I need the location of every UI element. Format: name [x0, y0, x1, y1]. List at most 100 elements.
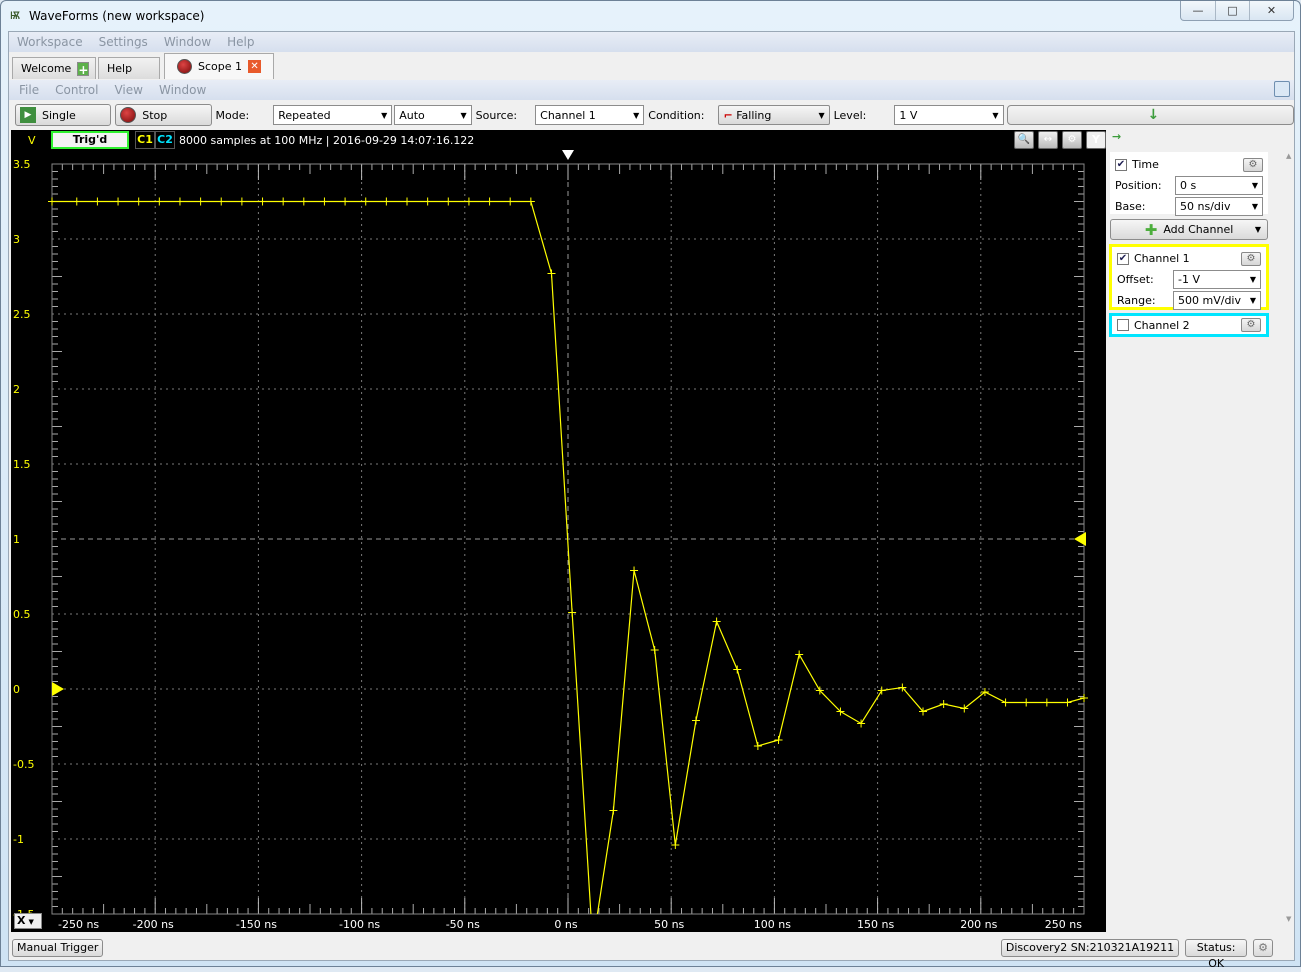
x-tick-label: 100 ns	[754, 918, 791, 931]
zoom-icon[interactable]: 🔍	[1014, 131, 1034, 149]
trigger-position-slider[interactable]: ↓	[1006, 105, 1295, 125]
tab-help[interactable]: Help	[98, 57, 160, 79]
arrow-down-icon[interactable]: ↓	[1148, 106, 1160, 124]
x-tick-label: -150 ns	[236, 918, 277, 931]
channel-2-header: Channel 2 ⚙	[1117, 316, 1261, 334]
channel-2-checkbox[interactable]	[1117, 319, 1129, 331]
scroll-down-icon[interactable]: ▼	[1286, 915, 1291, 923]
channel-1-badge[interactable]: C1	[135, 131, 155, 149]
chevron-down-icon: ▼	[1254, 225, 1261, 234]
sample-point-marker	[1022, 698, 1031, 707]
chevron-down-icon: ▼	[460, 110, 467, 120]
menu-settings[interactable]: Settings	[99, 35, 148, 49]
gear-icon[interactable]: ⚙	[1241, 251, 1261, 266]
base-select[interactable]: 50 ns/div ▼	[1175, 197, 1263, 216]
menu-window-scope[interactable]: Window	[159, 83, 206, 97]
scroll-up-icon[interactable]: ▲	[1286, 152, 1291, 160]
condition-select[interactable]: ⌐ Falling ▼	[718, 105, 830, 125]
status-button[interactable]: Status: OK	[1185, 939, 1248, 970]
device-button[interactable]: Discovery2 SN:210321A19211	[1000, 939, 1180, 957]
stop-button[interactable]: Stop	[115, 104, 212, 126]
range-select[interactable]: 500 mV/div ▼	[1173, 291, 1261, 310]
y-axis-button[interactable]: Y	[1086, 131, 1106, 149]
condition-label: Condition:	[648, 108, 705, 122]
menu-workspace[interactable]: Workspace	[17, 35, 83, 49]
menu-view[interactable]: View	[114, 83, 142, 97]
minimize-button[interactable]: —	[1181, 1, 1215, 20]
add-channel-label: Add Channel	[1163, 223, 1234, 236]
maximize-button[interactable]: □	[1215, 1, 1249, 20]
condition-value: Falling	[736, 108, 772, 122]
level-select[interactable]: 1 V ▼	[894, 105, 1004, 125]
sample-point-marker	[795, 650, 804, 659]
tab-label: Help	[107, 62, 133, 75]
channel-1-checkbox[interactable]: ✔	[1117, 252, 1129, 265]
channel-1-panel: ✔ Channel 1 ⚙ Offset: -1 V ▼ Range: 500 m…	[1109, 244, 1269, 310]
x-tick-label: 0 ns	[554, 918, 577, 931]
sample-point-marker	[403, 197, 412, 206]
menu-control[interactable]: Control	[55, 83, 98, 97]
stop-label: Stop	[142, 108, 168, 122]
single-button[interactable]: ▶ Single	[15, 104, 112, 126]
sample-point-marker	[93, 197, 102, 206]
single-icon: ▶	[20, 107, 36, 123]
sample-point-marker	[650, 646, 659, 654]
gear-icon[interactable]: ⚙	[1253, 939, 1273, 957]
time-checkbox[interactable]: ✔	[1115, 158, 1127, 171]
gear-icon[interactable]: ⚙	[1062, 131, 1082, 149]
gear-icon[interactable]: ⚙	[1243, 157, 1263, 172]
restore-window-icon[interactable]	[1274, 81, 1290, 97]
sample-point-marker	[526, 197, 535, 206]
title-bar: ѭ WaveForms (new workspace)	[7, 5, 607, 27]
gear-icon[interactable]: ⚙	[1241, 318, 1261, 332]
offset-label: Offset:	[1117, 273, 1154, 286]
channel-2-badge[interactable]: C2	[155, 131, 175, 149]
auto-select[interactable]: Auto ▼	[394, 105, 472, 125]
x-axis-button[interactable]: X ▼	[14, 913, 42, 929]
y-tick-label: 0.5	[13, 608, 31, 621]
sample-point-marker	[1063, 698, 1072, 707]
fit-icon[interactable]: ↔	[1038, 131, 1058, 149]
auto-value: Auto	[399, 108, 425, 122]
menu-file[interactable]: File	[19, 83, 39, 97]
sample-point-marker	[320, 197, 329, 206]
tab-scope-1[interactable]: Scope 1 ✕	[164, 53, 275, 79]
chevron-down-icon: ▼	[1251, 202, 1258, 211]
add-channel-button[interactable]: ✚ Add Channel ▼	[1110, 219, 1268, 240]
right-panel-scrollbar[interactable]: ▲ ▼	[1286, 130, 1294, 932]
sample-point-marker	[568, 608, 577, 617]
time-panel: ✔ Time ⚙ Position: 0 s ▼ Base: 50 ns/div ▼	[1110, 152, 1268, 217]
sample-point-marker	[630, 566, 639, 575]
source-select[interactable]: Channel 1 ▼	[535, 105, 645, 125]
close-button[interactable]: ✕	[1249, 1, 1293, 20]
menu-window[interactable]: Window	[164, 35, 211, 49]
sample-point-marker	[485, 197, 494, 206]
manual-trigger-button[interactable]: Manual Trigger	[12, 939, 104, 957]
window-title: WaveForms (new workspace)	[29, 9, 205, 23]
sample-point-marker	[712, 617, 721, 626]
close-tab-icon[interactable]: ✕	[248, 60, 262, 73]
mode-select[interactable]: Repeated ▼	[273, 105, 393, 125]
oscilloscope-plot[interactable]: V Trig'd C1 C2 8000 samples at 100 MHz |…	[11, 130, 1106, 932]
x-tick-label: -200 ns	[133, 918, 174, 931]
main-menubar: Workspace Settings Window Help	[9, 32, 1294, 52]
menu-help[interactable]: Help	[227, 35, 254, 49]
arrow-right-icon[interactable]: →	[1112, 130, 1121, 143]
sample-point-marker	[134, 197, 143, 206]
waveform-chart[interactable]: -250 ns -200 ns -150 ns -100 ns -50 ns 0 ns 50…	[11, 150, 1106, 932]
mode-value: Repeated	[278, 108, 331, 122]
chevron-down-icon: ▼	[818, 110, 825, 120]
sample-point-marker	[609, 806, 618, 815]
plus-icon[interactable]: +	[77, 61, 90, 77]
chevron-down-icon: ▼	[992, 110, 999, 120]
position-row: Position: 0 s ▼	[1115, 175, 1263, 196]
x-tick-label: 150 ns	[857, 918, 894, 931]
acquisition-info: 8000 samples at 100 MHz | 2016-09-29 14:…	[179, 133, 475, 147]
sample-point-marker	[72, 197, 81, 206]
base-row: Base: 50 ns/div ▼	[1115, 196, 1263, 217]
tab-welcome[interactable]: Welcome +	[12, 57, 96, 79]
chevron-down-icon: ▼	[28, 918, 34, 926]
position-select[interactable]: 0 s ▼	[1175, 176, 1263, 195]
channel-1-header: ✔ Channel 1 ⚙	[1117, 248, 1261, 269]
offset-select[interactable]: -1 V ▼	[1173, 270, 1261, 289]
